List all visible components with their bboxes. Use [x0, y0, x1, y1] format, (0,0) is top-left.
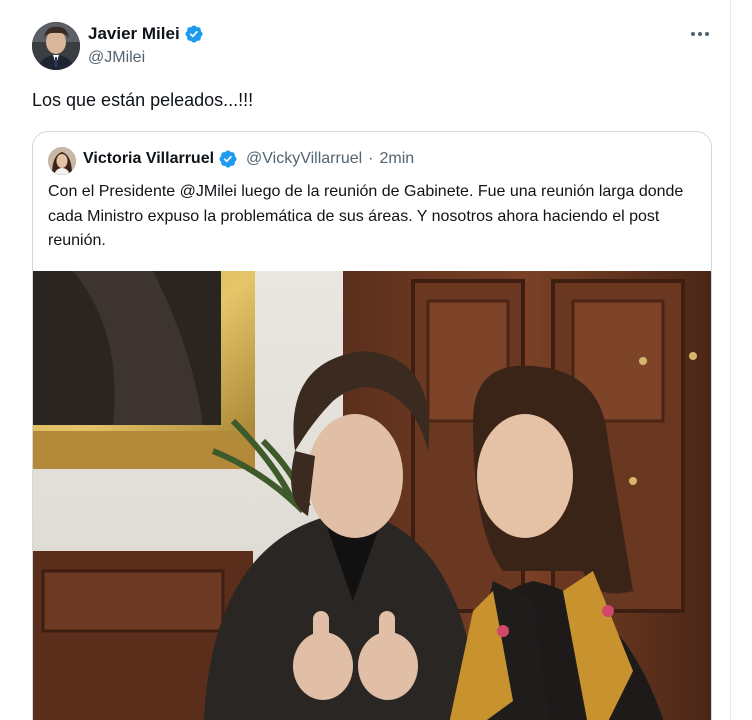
tweet-text: Los que están peleados...!!! — [32, 90, 254, 110]
more-options-icon[interactable] — [688, 24, 712, 44]
quoted-author-handle[interactable]: @VickyVillarruel — [246, 150, 362, 168]
quoted-tweet-text: Con el Presidente @JMilei luego de la re… — [48, 183, 684, 249]
verified-badge-icon — [218, 149, 238, 169]
quoted-separator: · — [368, 150, 374, 167]
quoted-header: Victoria Villarruel @VickyVillarruel · 2… — [83, 149, 414, 169]
author-name-row: Javier Milei — [88, 24, 204, 44]
author-avatar-image — [32, 22, 80, 70]
verified-badge-icon — [184, 24, 204, 44]
quoted-tweet-photo[interactable] — [33, 271, 711, 720]
author-avatar[interactable] — [32, 22, 80, 70]
quoted-author-avatar[interactable] — [48, 147, 76, 175]
author-handle[interactable]: @JMilei — [88, 49, 145, 67]
quoted-tweet-card[interactable]: Victoria Villarruel @VickyVillarruel · 2… — [32, 131, 712, 720]
quoted-author-avatar-image — [48, 147, 76, 175]
selfie-photo-illustration — [33, 271, 711, 720]
author-name[interactable]: Javier Milei — [88, 24, 180, 44]
tweet-page: Javier Milei @JMilei Los que están pelea… — [0, 0, 752, 720]
timeline-divider — [730, 0, 731, 720]
quoted-author-name[interactable]: Victoria Villarruel — [83, 150, 214, 168]
quoted-timestamp[interactable]: 2min — [380, 150, 415, 168]
